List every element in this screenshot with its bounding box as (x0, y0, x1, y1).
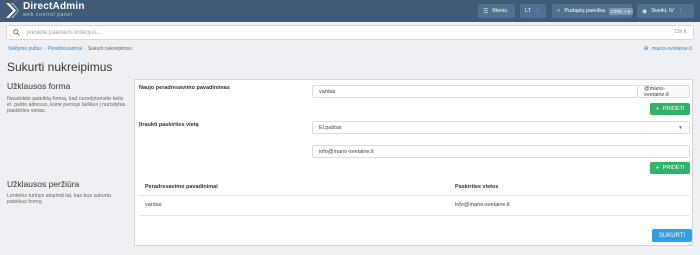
table-header-destination: Paskirties vietos (455, 184, 499, 190)
domain-label: mano-svetaine.lt (651, 45, 692, 52)
brand-title: DirectAdmin (23, 1, 85, 12)
add-destination-label: PRIDĖTI (662, 165, 685, 171)
menu-label: Meniu (492, 8, 508, 14)
new-forwarder-label: Naujo peradresavimo pavadinimas (139, 85, 230, 91)
request-preview-title: Užklausos peržiūra (7, 179, 80, 189)
table-header-name: Peradresavimo pavadinimai (145, 184, 218, 190)
brand-subtitle: web control panel (23, 12, 73, 18)
breadcrumb-separator-icon: › (84, 46, 86, 52)
plus-icon: + (655, 164, 660, 172)
hamburger-icon: ☰ (483, 8, 489, 15)
table-divider (139, 195, 690, 196)
add-forwarder-button[interactable]: + PRIDĖTI (650, 103, 690, 115)
page-title: Sukurti nukreipimus (7, 60, 113, 74)
global-search: Ctrl K (6, 25, 694, 40)
destination-type-select[interactable]: El.paštas ▼ (312, 121, 690, 134)
create-button[interactable]: SUKURTI (652, 229, 692, 242)
eye-icon: ◉ (642, 8, 648, 15)
breadcrumb: Valdymo pultas › Peradresavimai › Sukurti nu… (8, 46, 132, 52)
destination-email-input[interactable]: info@mano-svetaine.lt (312, 145, 690, 158)
table-cell-name: vardas (145, 202, 162, 208)
breadcrumb-separator-icon: › (43, 46, 46, 52)
chevron-down-icon: ▼ (678, 125, 683, 131)
request-form-title: Užklausos forma (7, 81, 71, 91)
language-chevron-icon: ⋮ (535, 8, 541, 14)
quick-search-button[interactable]: ⌕ Pudapių paieška CTRL + K (552, 4, 633, 18)
globe-icon: ⊕ (643, 46, 649, 52)
domain-suffix: @mano-svetaine.lt (638, 85, 690, 98)
destination-type-value: El.paštas (319, 124, 342, 131)
user-greeting: Sveiki, iV (651, 8, 674, 14)
user-menu-button[interactable]: ◉ Sveiki, iV ⋮ (637, 4, 694, 18)
table-divider (139, 215, 690, 216)
quick-search-label: Pudapių paieška (564, 8, 606, 14)
language-button[interactable]: LT ⋮ (520, 4, 546, 18)
user-menu-chevron-icon: ⋮ (677, 8, 683, 14)
directadmin-logo-icon (6, 2, 19, 18)
add-destination-button[interactable]: + PRIDĖTI (650, 162, 690, 174)
search-icon: ⌕ (557, 7, 561, 14)
search-input[interactable] (27, 27, 627, 38)
request-form-description: Naudokite pateiktą formą, kad nurodytumė… (7, 96, 126, 114)
table-cell-destination: info@mano-svetaine.lt (455, 202, 510, 208)
forwarder-name-input[interactable]: vardas (312, 85, 638, 98)
form-panel: Naujo peradresavimo pavadinimas vardas @… (134, 79, 693, 246)
menu-button[interactable]: ☰ Meniu (478, 4, 515, 18)
breadcrumb-forwarders[interactable]: Peradresavimai (48, 46, 83, 52)
plus-icon: + (655, 105, 660, 113)
language-label: LT (525, 8, 532, 14)
search-shortcut: Ctrl K (674, 29, 688, 35)
add-destination-label: Įtraukti paskirties vietą (139, 122, 199, 128)
domain-selector[interactable]: ⊕ mano-svetaine.lt (643, 45, 692, 53)
top-bar: DirectAdmin web control panel ☰ Meniu LT… (0, 0, 700, 22)
quick-search-shortcut: CTRL + K (609, 7, 633, 15)
search-icon (13, 29, 20, 36)
breadcrumb-current: Sukurti nukreipimus (87, 46, 132, 52)
breadcrumb-dashboard[interactable]: Valdymo pultas (8, 46, 42, 52)
brand-logo[interactable]: DirectAdmin web control panel (6, 2, 85, 18)
request-preview-description: Lentelės turinys atspindi tai, kas bus s… (7, 193, 111, 205)
add-forwarder-label: PRIDĖTI (662, 106, 685, 112)
